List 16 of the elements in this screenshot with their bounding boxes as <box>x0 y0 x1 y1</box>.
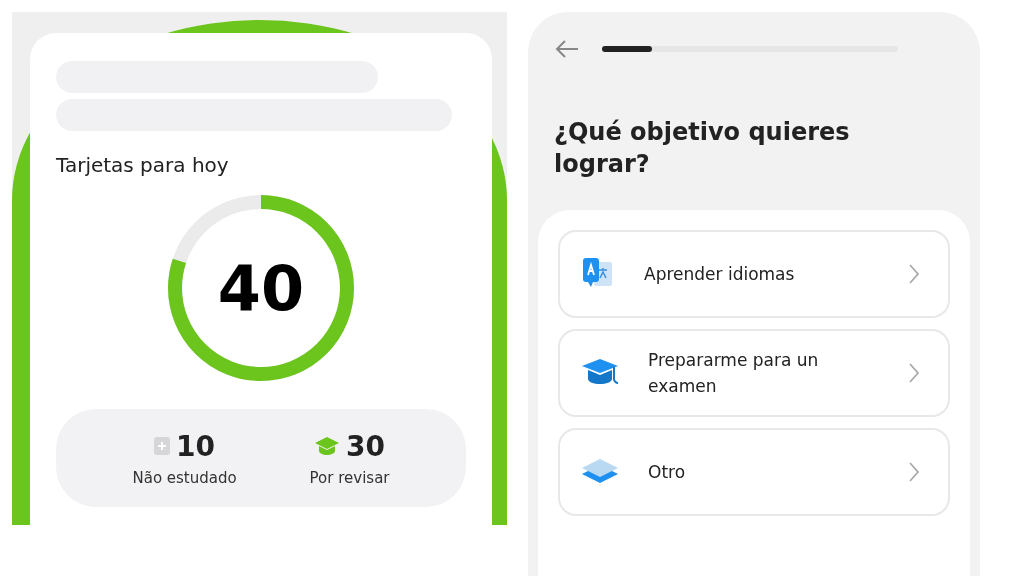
cards-count: 40 <box>217 251 305 325</box>
card-title: Tarjetas para hoy <box>56 153 230 177</box>
option-item[interactable]: Aprender idiomas <box>558 230 950 318</box>
back-arrow-icon[interactable] <box>554 39 580 59</box>
screen-title: ¿Qué objetivo quieres lograr? <box>554 117 851 180</box>
stat-value: 30 <box>346 429 386 463</box>
graduation-cap-icon <box>314 436 341 456</box>
chevron-right-icon <box>908 461 920 483</box>
plus-card-icon <box>154 437 171 455</box>
stat-label: Por revisar <box>309 468 390 487</box>
stat-label: Não estudado <box>132 468 237 487</box>
chevron-right-icon <box>908 263 920 285</box>
chevron-right-icon <box>908 362 920 384</box>
option-item[interactable]: Otro <box>558 428 950 516</box>
stat-value: 10 <box>176 429 216 463</box>
option-item[interactable]: Prepararme para un examen <box>558 329 950 417</box>
